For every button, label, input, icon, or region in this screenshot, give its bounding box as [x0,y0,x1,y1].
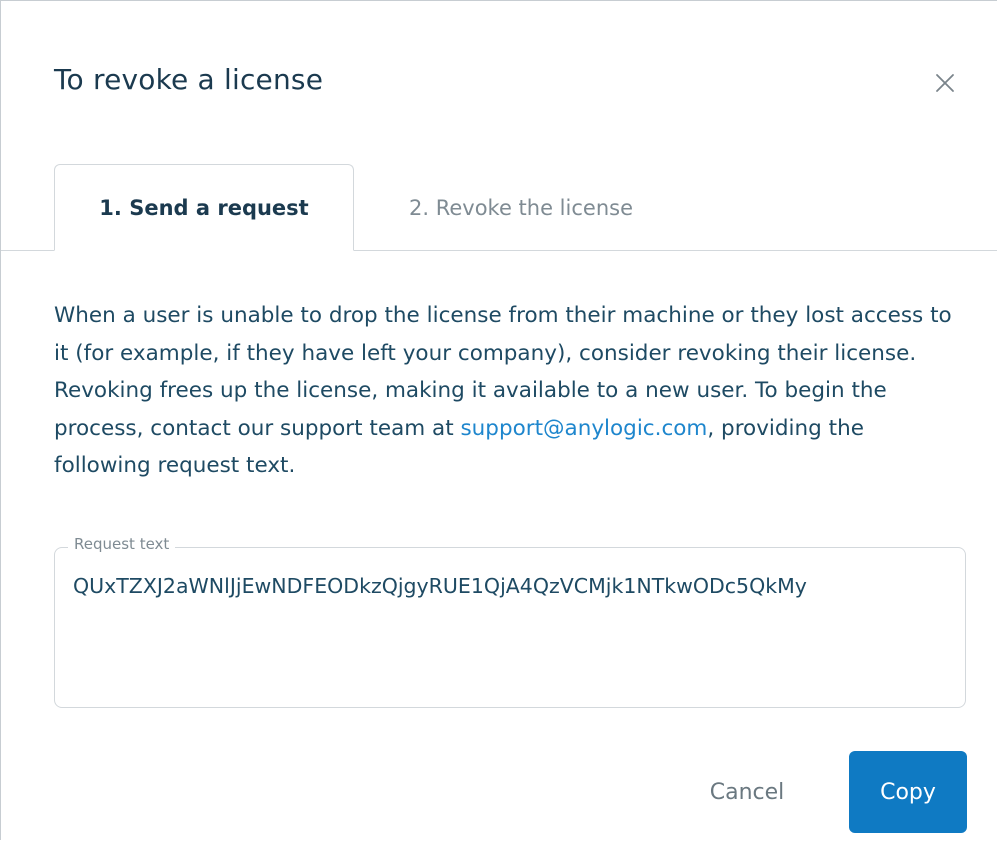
copy-button[interactable]: Copy [849,751,967,833]
tab-label: 2. Revoke the license [408,195,633,220]
request-text-field[interactable]: Request text QUxTZXJ2aWNlJjEwNDFEODkzQjg… [54,535,966,708]
tab-send-request[interactable]: 1. Send a request [54,164,354,251]
close-icon [936,74,954,92]
support-email-link[interactable]: support@anylogic.com [460,416,707,441]
revoke-license-dialog: To revoke a license 1. Send a request 2.… [0,0,997,840]
cancel-button[interactable]: Cancel [691,751,803,833]
description-text: When a user is unable to drop the licens… [54,297,954,485]
request-text-label: Request text [68,535,176,553]
dialog-title: To revoke a license [54,63,324,96]
close-button[interactable] [931,69,959,97]
tab-label: 1. Send a request [99,195,309,220]
request-text-value[interactable]: QUxTZXJ2aWNlJjEwNDFEODkzQjgyRUE1QjA4QzVC… [73,574,807,598]
tab-revoke-license[interactable]: 2. Revoke the license [371,164,671,251]
